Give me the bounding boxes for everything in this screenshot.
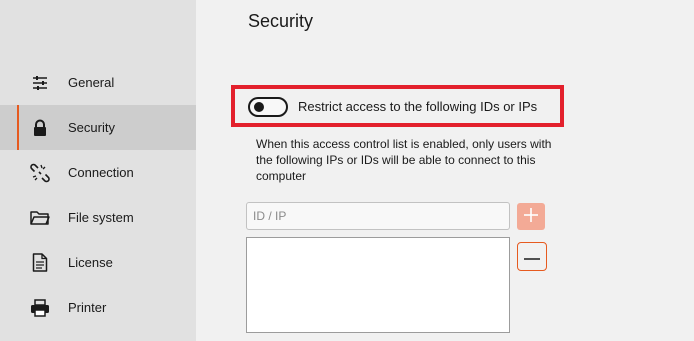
sidebar-item-label: General xyxy=(68,75,115,90)
printer-icon xyxy=(30,298,50,318)
sidebar-item-label: Connection xyxy=(68,165,134,180)
plus-icon xyxy=(522,206,540,227)
remove-button[interactable] xyxy=(517,242,547,271)
broken-link-icon xyxy=(30,163,50,183)
document-icon xyxy=(30,253,50,273)
main-panel: Security Restrict access to the followin… xyxy=(196,0,694,341)
access-control-description: When this access control list is enabled… xyxy=(256,137,552,183)
folder-icon xyxy=(30,208,50,228)
sliders-icon xyxy=(30,73,50,93)
lock-icon xyxy=(30,118,50,138)
sidebar-item-label: Printer xyxy=(68,300,107,315)
sidebar-item-label: License xyxy=(68,255,113,270)
add-button[interactable] xyxy=(517,203,545,230)
sidebar-item-label: File system xyxy=(68,210,134,225)
sidebar-item-license[interactable]: License xyxy=(0,240,196,285)
restrict-access-toggle[interactable] xyxy=(248,97,288,117)
sidebar-item-label: Security xyxy=(68,120,115,135)
page-title: Security xyxy=(248,11,314,31)
restrict-access-label: Restrict access to the following IDs or … xyxy=(298,99,538,114)
sidebar-item-general[interactable]: General xyxy=(0,60,196,105)
sidebar-item-security[interactable]: Security xyxy=(0,105,196,150)
id-ip-input[interactable] xyxy=(246,202,510,230)
toggle-knob xyxy=(254,102,264,112)
sidebar-item-printer[interactable]: Printer xyxy=(0,285,196,330)
sidebar: General Security Connection File system … xyxy=(0,0,196,341)
minus-icon xyxy=(523,249,541,264)
sidebar-item-connection[interactable]: Connection xyxy=(0,150,196,195)
access-list[interactable] xyxy=(246,237,510,333)
sidebar-item-file-system[interactable]: File system xyxy=(0,195,196,240)
